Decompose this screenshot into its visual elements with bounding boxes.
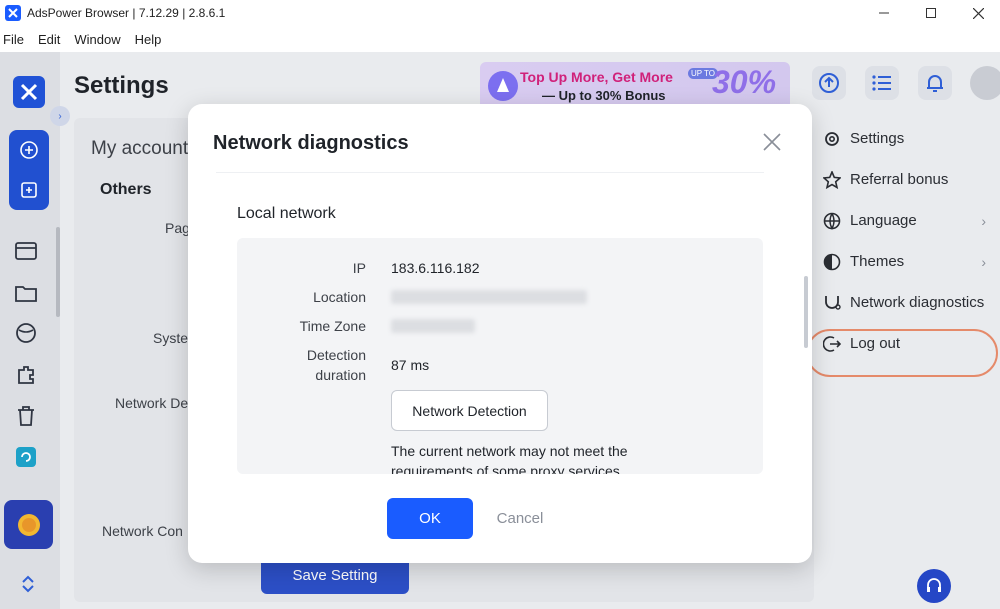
- tab-my-account[interactable]: My account: [91, 138, 188, 160]
- timezone-value-redacted: [391, 319, 475, 333]
- dialog-divider: [216, 172, 764, 173]
- avatar[interactable]: [970, 66, 1000, 100]
- folder-icon[interactable]: [14, 281, 38, 305]
- highlight-ring: [806, 329, 998, 377]
- new-profile-icon[interactable]: [9, 130, 49, 170]
- menu-bar: File Edit Window Help: [0, 26, 1000, 52]
- menu-file[interactable]: File: [3, 32, 24, 47]
- close-icon[interactable]: [760, 130, 784, 154]
- menu-item-referral-bonus[interactable]: Referral bonus: [812, 159, 1000, 200]
- warning-line-2: requirements of some proxy services.: [391, 463, 624, 474]
- close-icon[interactable]: [955, 0, 1000, 26]
- bell-icon[interactable]: [918, 66, 952, 100]
- promo-banner[interactable]: Top Up More, Get More — Up to 30% Bonus …: [480, 62, 790, 110]
- bonus-coin-icon[interactable]: [4, 500, 53, 549]
- chevron-right-icon: ›: [981, 253, 986, 270]
- menu-item-themes[interactable]: Themes ›: [812, 241, 1000, 282]
- sidebar-primary-group: [9, 130, 49, 210]
- section-title-local-network: Local network: [237, 205, 336, 222]
- upgrade-icon[interactable]: [812, 66, 846, 100]
- sidebar-expand-icon[interactable]: ›: [50, 106, 70, 126]
- sidebar-scrollbar[interactable]: [56, 227, 60, 317]
- proxy-globe-icon[interactable]: [14, 321, 38, 345]
- chevron-right-icon: ›: [981, 212, 986, 229]
- minimize-icon[interactable]: [861, 0, 907, 26]
- maximize-icon[interactable]: [908, 0, 954, 26]
- network-detection-button[interactable]: Network Detection: [391, 390, 548, 431]
- menu-item-network-diagnostics[interactable]: Network diagnostics: [812, 282, 1000, 323]
- menu-item-label: Settings: [850, 130, 905, 147]
- ok-button[interactable]: OK: [387, 498, 473, 539]
- menu-item-label: Themes: [850, 253, 905, 270]
- menu-item-language[interactable]: Language ›: [812, 200, 1000, 241]
- batch-import-icon[interactable]: [9, 170, 49, 210]
- menu-window[interactable]: Window: [74, 32, 120, 47]
- extensions-icon[interactable]: [14, 363, 38, 387]
- network-warning: The current network may not meet the req…: [391, 441, 691, 474]
- rocket-icon: [488, 71, 518, 101]
- app-logo-icon: [5, 5, 21, 21]
- promo-line-1: Top Up More, Get More: [520, 69, 673, 85]
- star-icon: [822, 170, 842, 190]
- detection-label-line-2: duration: [315, 367, 366, 383]
- title-bar: AdsPower Browser | 7.12.29 | 2.8.6.1: [0, 0, 1000, 26]
- cancel-button[interactable]: Cancel: [484, 498, 556, 539]
- promo-line-2: — Up to 30% Bonus: [542, 88, 666, 103]
- warning-line-1: The current network may not meet the: [391, 443, 628, 459]
- detection-value: 87 ms: [391, 357, 430, 373]
- theme-icon: [822, 252, 842, 272]
- window-title: AdsPower Browser | 7.12.29 | 2.8.6.1: [27, 6, 226, 20]
- location-label: Location: [313, 289, 366, 305]
- setting-label-system: Syste: [153, 330, 189, 346]
- setting-label-network-connection: Network Con: [102, 523, 183, 539]
- menu-edit[interactable]: Edit: [38, 32, 60, 47]
- setting-label-page: Pag: [165, 220, 190, 236]
- menu-item-label: Network diagnostics: [850, 294, 985, 311]
- adspower-logo-icon[interactable]: [13, 76, 45, 108]
- local-network-info: IP 183.6.116.182 Location Time Zone Dete…: [237, 238, 763, 474]
- page-title: Settings: [74, 72, 169, 99]
- setting-label-network-detection: Network De: [115, 395, 189, 411]
- network-diagnostics-icon: [822, 293, 842, 313]
- globe-icon: [822, 211, 842, 231]
- support-headset-icon[interactable]: [917, 569, 951, 603]
- section-others: Others: [100, 181, 152, 198]
- detection-label-line-1: Detection: [306, 347, 366, 363]
- menu-help[interactable]: Help: [135, 32, 162, 47]
- ip-label: IP: [352, 260, 366, 276]
- browser-profiles-icon[interactable]: [14, 239, 38, 263]
- menu-item-settings[interactable]: Settings: [812, 118, 1000, 159]
- menu-item-label: Language: [850, 212, 917, 229]
- list-icon[interactable]: [865, 66, 899, 100]
- timezone-label: Time Zone: [299, 318, 366, 334]
- sidebar-collapse-icon[interactable]: [14, 570, 42, 598]
- menu-item-label: Referral bonus: [850, 171, 949, 188]
- ip-value: 183.6.116.182: [391, 260, 480, 276]
- dialog-title: Network diagnostics: [213, 132, 409, 154]
- gear-icon: [822, 129, 842, 149]
- network-diagnostics-dialog: Network diagnostics Local network IP 183…: [188, 104, 812, 563]
- promo-percent: 30%: [712, 64, 777, 100]
- dialog-scrollbar[interactable]: [804, 276, 808, 348]
- trash-icon[interactable]: [14, 404, 38, 428]
- location-value-redacted: [391, 290, 587, 304]
- sidebar: ›: [0, 52, 70, 609]
- sync-app-icon[interactable]: [14, 445, 38, 469]
